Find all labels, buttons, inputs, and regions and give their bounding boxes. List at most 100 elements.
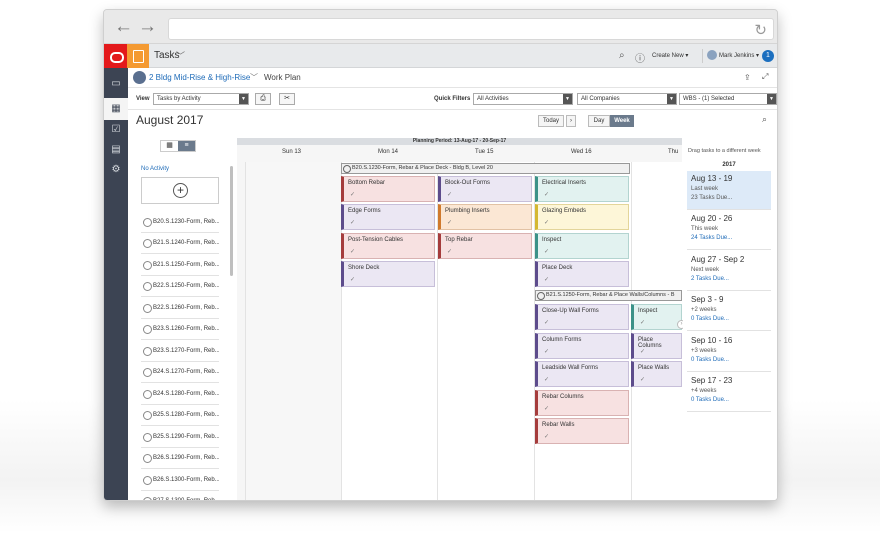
activity-item[interactable]: B24.S.1270-Form, Reb...	[141, 362, 219, 383]
activity-item[interactable]: B22.S.1250-Form, Reb...	[141, 276, 219, 297]
activity-item[interactable]: B22.S.1260-Form, Reb...	[141, 298, 219, 319]
forward-arrow-icon[interactable]: →	[138, 17, 157, 36]
check-icon[interactable]: ✓	[640, 376, 645, 383]
task-card[interactable]: Block-Out Forms ✓	[438, 176, 532, 202]
check-icon[interactable]: ✓	[544, 319, 549, 326]
task-card[interactable]: Place Columns ✓	[631, 333, 682, 359]
week-bucket[interactable]: Aug 20 - 26 This week 24 Tasks Due...	[687, 211, 771, 250]
activity-item[interactable]: B27.S.1300-Form, Reb...	[141, 491, 219, 500]
tasks-app-icon[interactable]	[127, 44, 149, 68]
reports-icon[interactable]: ▤	[110, 144, 122, 156]
search-icon[interactable]: ⌕	[619, 50, 625, 61]
task-card[interactable]: Shore Deck ✓	[341, 261, 435, 287]
view-select[interactable]: Tasks by Activity ▼	[153, 93, 249, 105]
week-tasks-due[interactable]: 0 Tasks Due...	[691, 316, 767, 322]
check-icon[interactable]: ✓	[640, 319, 645, 326]
week-tasks-due[interactable]: 24 Tasks Due...	[691, 235, 767, 241]
task-card[interactable]: Close-Up Wall Forms ✓	[535, 304, 629, 330]
task-card[interactable]: Electrical Inserts ✓	[535, 176, 629, 202]
week-bucket[interactable]: Aug 27 - Sep 2 Next week 2 Tasks Due...	[687, 252, 771, 291]
task-card[interactable]: Bottom Rebar ✓	[341, 176, 435, 202]
check-icon[interactable]: ✓	[447, 191, 452, 198]
check-icon[interactable]: ✓	[544, 405, 549, 412]
activity-item[interactable]: B24.S.1280-Form, Reb...	[141, 384, 219, 405]
activity-group-header[interactable]: B20.S.1230-Form, Rebar & Place Deck - Bl…	[341, 163, 630, 174]
check-icon[interactable]: ✓	[350, 219, 355, 226]
dashboard-icon[interactable]: ▭	[110, 78, 122, 90]
task-card[interactable]: Rebar Columns ✓	[535, 390, 629, 416]
week-tasks-due[interactable]: 2 Tasks Due...	[691, 276, 767, 282]
day-view-button[interactable]: Day	[588, 115, 610, 127]
chevron-right-icon[interactable]: ›	[566, 115, 576, 127]
add-activity-box[interactable]: +	[141, 177, 219, 204]
task-card[interactable]: Post-Tension Cables ✓	[341, 233, 435, 259]
activity-item[interactable]: B23.S.1260-Form, Reb...	[141, 319, 219, 340]
tools-icon[interactable]: ✂	[279, 93, 295, 105]
check-icon[interactable]: ✓	[544, 376, 549, 383]
check-icon[interactable]: ✓	[447, 248, 452, 255]
task-card[interactable]: Rebar Walls ✓	[535, 418, 629, 444]
check-icon[interactable]: ✓	[544, 433, 549, 440]
chevron-down-icon[interactable]: ﹀	[176, 49, 185, 62]
check-icon[interactable]: ✓	[544, 276, 549, 283]
task-card[interactable]: Column Forms ✓	[535, 333, 629, 359]
activity-item[interactable]: B25.S.1290-Form, Reb...	[141, 427, 219, 448]
plus-icon[interactable]: +	[173, 183, 188, 198]
check-icon[interactable]: ✓	[544, 191, 549, 198]
activity-item[interactable]: B23.S.1270-Form, Reb...	[141, 341, 219, 362]
task-card[interactable]: Inspect ✓	[535, 233, 629, 259]
task-card[interactable]: Top Rebar ✓	[438, 233, 532, 259]
notification-badge[interactable]: 1	[762, 50, 774, 62]
address-bar[interactable]: ↻	[168, 18, 774, 40]
wbs-filter[interactable]: WBS - (1) Selected ▼	[679, 93, 777, 105]
check-icon[interactable]: ✓	[447, 219, 452, 226]
week-bucket[interactable]: Sep 3 - 9 +2 weeks 0 Tasks Due...	[687, 292, 771, 331]
activity-item[interactable]: B25.S.1280-Form, Reb...	[141, 405, 219, 426]
print-icon[interactable]: ⎙	[255, 93, 271, 105]
activity-item[interactable]: B20.S.1230-Form, Reb...	[141, 212, 219, 233]
activity-item[interactable]: B21.S.1240-Form, Reb...	[141, 233, 219, 254]
activity-item[interactable]: B21.S.1250-Form, Reb...	[141, 255, 219, 276]
check-icon[interactable]: ✓	[544, 219, 549, 226]
week-bucket[interactable]: Sep 10 - 16 +3 weeks 0 Tasks Due...	[687, 333, 771, 372]
back-arrow-icon[interactable]: ←	[114, 17, 133, 36]
task-card[interactable]: Leadside Wall Forms ✓	[535, 361, 629, 387]
grid-view-icon[interactable]: ▦	[161, 141, 178, 151]
task-card[interactable]: Place Deck ✓	[535, 261, 629, 287]
reload-icon[interactable]: ↻	[754, 21, 767, 39]
user-menu[interactable]: Mark Jenkins ▾	[702, 49, 759, 63]
task-card[interactable]: Plumbing Inserts ✓	[438, 204, 532, 230]
activities-filter[interactable]: All Activities ▼	[473, 93, 573, 105]
fullscreen-icon[interactable]: ⤢	[762, 72, 768, 82]
week-view-button[interactable]: Week	[610, 115, 634, 127]
week-bucket[interactable]: Aug 13 - 19 Last week 23 Tasks Due...	[687, 171, 771, 210]
check-icon[interactable]: ✓	[640, 348, 645, 355]
settings-icon[interactable]: ⚙	[110, 164, 122, 176]
check-icon[interactable]: ✓	[350, 248, 355, 255]
companies-filter[interactable]: All Companies ▼	[577, 93, 677, 105]
week-bucket[interactable]: Sep 17 - 23 +4 weeks 0 Tasks Due...	[687, 373, 771, 412]
chevron-down-icon[interactable]: ﹀	[250, 72, 258, 83]
oracle-logo-icon[interactable]	[104, 44, 127, 68]
today-button[interactable]: Today	[538, 115, 564, 127]
activity-item[interactable]: B26.S.1300-Form, Reb...	[141, 470, 219, 491]
task-card[interactable]: Inspect ✓	[631, 304, 682, 330]
share-icon[interactable]: ⇪	[744, 73, 751, 82]
project-name[interactable]: 2 Bldg Mid-Rise & High-Rise	[149, 73, 250, 82]
week-tasks-due[interactable]: 0 Tasks Due...	[691, 357, 767, 363]
check-icon[interactable]: ✓	[544, 248, 549, 255]
create-new-menu[interactable]: Create New ▾	[652, 52, 688, 59]
week-tasks-due[interactable]: 0 Tasks Due...	[691, 397, 767, 403]
task-card[interactable]: Edge Forms ✓	[341, 204, 435, 230]
help-icon[interactable]: ⓘ	[635, 50, 645, 65]
activity-item[interactable]: B26.S.1290-Form, Reb...	[141, 448, 219, 469]
week-tasks-due[interactable]: 23 Tasks Due...	[691, 195, 767, 201]
check-icon[interactable]: ✓	[544, 348, 549, 355]
check-icon[interactable]: ✓	[350, 191, 355, 198]
task-card[interactable]: Glazing Embeds ✓	[535, 204, 629, 230]
check-icon[interactable]: ✓	[350, 276, 355, 283]
calendar-icon[interactable]: ▦	[104, 98, 128, 120]
list-view-icon[interactable]: ≡	[178, 141, 195, 151]
task-card[interactable]: Place Walls ✓	[631, 361, 682, 387]
scrollbar[interactable]	[230, 166, 233, 276]
